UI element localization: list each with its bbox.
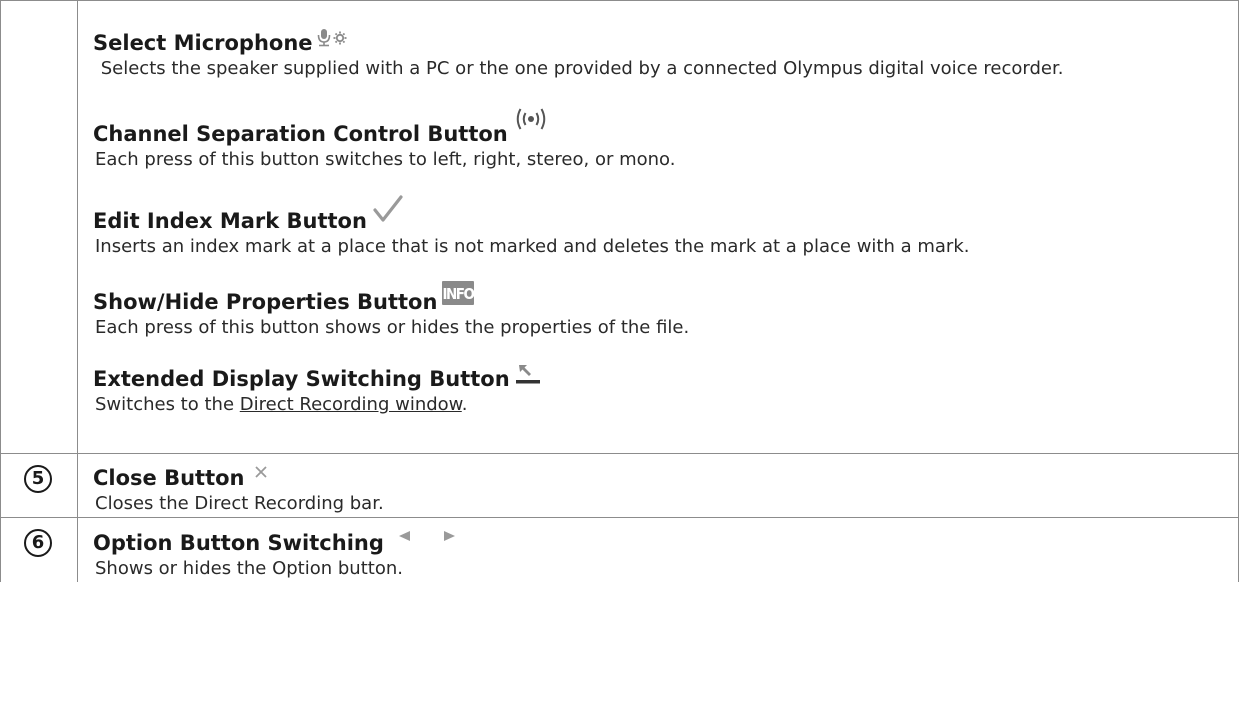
item-title: Channel Separation Control Button xyxy=(93,122,508,146)
item-description: Shows or hides the Option button. xyxy=(95,558,403,579)
item-title: Close Button xyxy=(93,466,245,490)
row-number-cell: 6 xyxy=(0,517,78,582)
item-description: Selects the speaker supplied with a PC o… xyxy=(95,58,1064,79)
table-row: Select Microphone Selects the speaker su… xyxy=(0,0,1239,454)
item-description: Inserts an index mark at a place that is… xyxy=(95,236,970,257)
item-channel-separation: Channel Separation Control Button Each p… xyxy=(93,103,1238,173)
item-close-button: Close Button Closes the Direct Recording… xyxy=(93,464,1238,517)
close-icon[interactable] xyxy=(254,464,268,483)
item-title: Select Microphone xyxy=(93,31,313,55)
info-icon[interactable]: INFO xyxy=(442,281,476,309)
table-row: 5 Close Button Closes the Direct Recordi… xyxy=(0,453,1239,518)
row-number-cell: 5 xyxy=(0,453,78,518)
item-extended-display-switching: Extended Display Switching Button Switch… xyxy=(93,362,1238,418)
item-title: Option Button Switching xyxy=(93,531,384,555)
item-option-button-switching: Option Button Switching Shows or hides t… xyxy=(93,528,1238,582)
checkmark-icon[interactable] xyxy=(373,194,403,228)
extended-display-icon[interactable] xyxy=(515,362,540,392)
channel-separation-icon[interactable] xyxy=(514,103,548,139)
item-title: Show/Hide Properties Button xyxy=(93,290,438,314)
item-title: Extended Display Switching Button xyxy=(93,367,510,391)
help-table: Select Microphone Selects the speaker su… xyxy=(0,0,1239,582)
item-show-hide-properties: Show/Hide Properties Button INFO Each pr… xyxy=(93,281,1238,341)
row-number-cell xyxy=(0,0,78,454)
row-number: 5 xyxy=(24,465,52,493)
row-description-cell: Option Button Switching Shows or hides t… xyxy=(77,517,1239,582)
row-description-cell: Select Microphone Selects the speaker su… xyxy=(77,0,1239,454)
item-description: Each press of this button shows or hides… xyxy=(95,317,690,338)
item-edit-index-mark: Edit Index Mark Button Inserts an index … xyxy=(93,194,1238,260)
item-description: Each press of this button switches to le… xyxy=(95,149,676,170)
row-description-cell: Close Button Closes the Direct Recording… xyxy=(77,453,1239,518)
direct-recording-window-link[interactable]: Direct Recording window xyxy=(240,394,462,415)
item-description-prefix: Switches to the xyxy=(95,394,240,415)
info-icon-label: INFO xyxy=(443,285,475,303)
table-row: 6 Option Button Switching Shows or hides… xyxy=(0,517,1239,582)
row-number: 6 xyxy=(24,529,52,557)
left-right-arrows-icon[interactable] xyxy=(398,528,456,547)
item-description-suffix: . xyxy=(461,394,468,415)
left-arrow-icon xyxy=(398,531,410,541)
item-title: Edit Index Mark Button xyxy=(93,209,367,233)
microphone-settings-icon[interactable] xyxy=(316,26,352,56)
item-select-microphone: Select Microphone Selects the speaker su… xyxy=(93,26,1238,82)
item-description: Switches to the Direct Recording window. xyxy=(93,392,1238,418)
right-arrow-icon xyxy=(443,531,455,541)
item-description: Closes the Direct Recording bar. xyxy=(95,493,384,514)
